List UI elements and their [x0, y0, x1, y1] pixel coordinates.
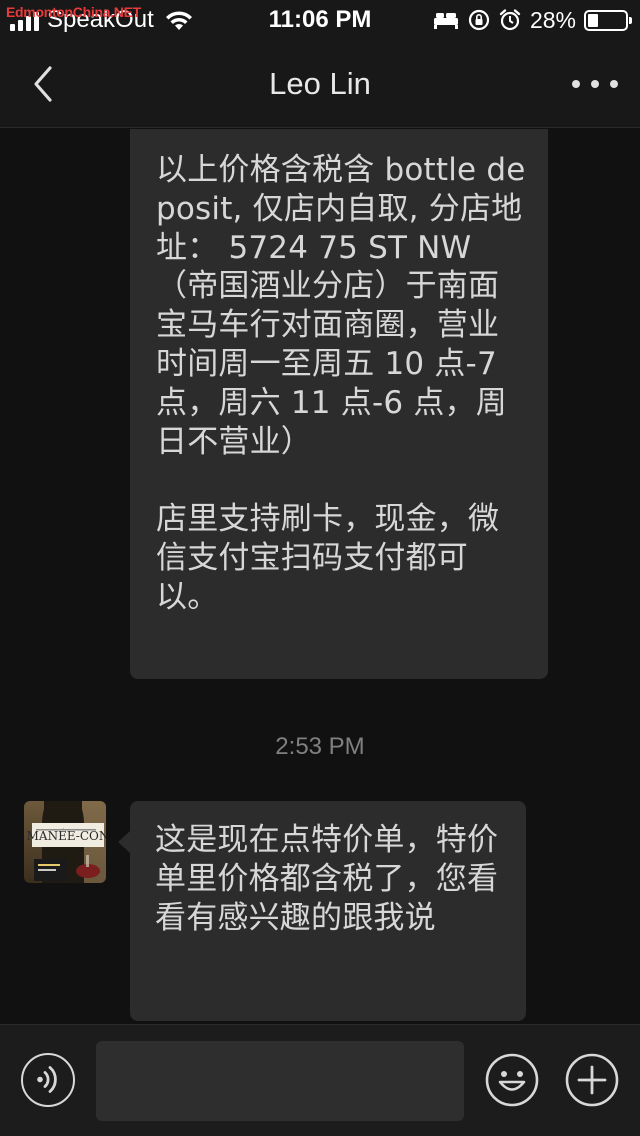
wifi-icon	[165, 11, 192, 30]
emoji-icon	[485, 1053, 539, 1107]
message-bubble[interactable]: 这是现在点特价单，特价单里价格都含税了，您看看有感兴趣的跟我说	[118, 801, 526, 1021]
plus-icon	[565, 1053, 619, 1107]
message-text: 店里支持刷卡，现金，微信支付宝扫码支付都可以。	[156, 501, 500, 615]
battery-fill	[588, 13, 598, 27]
back-arrow-icon	[34, 66, 52, 102]
avatar-image: MANÉE-CON	[24, 801, 106, 883]
battery-icon	[584, 9, 632, 31]
bed-icon	[433, 13, 458, 29]
watermark: EdmontonChina.NET	[6, 4, 141, 20]
more-dot	[591, 80, 599, 88]
alarm-icon	[499, 9, 521, 31]
message-text: 以上价格含税含 bottle deposit, 仅店内自取, 分店地址： 572…	[156, 152, 526, 460]
more-dot	[610, 80, 618, 88]
message-text: 这是现在点特价单，特价单里价格都含税了，您看看有感兴趣的跟我说	[155, 822, 499, 936]
rotation-lock-icon	[468, 9, 490, 31]
nav-bar: Leo Lin	[0, 40, 640, 128]
chat-title: Leo Lin	[269, 66, 371, 101]
more-functions-button[interactable]	[565, 1053, 619, 1107]
message-input[interactable]	[96, 1041, 464, 1121]
status-right: 28%	[432, 6, 632, 34]
voice-button[interactable]	[21, 1053, 75, 1107]
chat-area[interactable]: 以上价格含税含 bottle deposit, 仅店内自取, 分店地址： 572…	[0, 129, 640, 1024]
message-bubble[interactable]: 以上价格含税含 bottle deposit, 仅店内自取, 分店地址： 572…	[130, 129, 548, 679]
input-bar	[0, 1024, 640, 1136]
battery-percent: 28%	[529, 6, 576, 33]
avatar[interactable]: MANÉE-CON	[24, 801, 106, 883]
voice-icon	[37, 1066, 57, 1093]
status-bar: SpeakOut EdmontonChina.NET 11:06 PM 28%	[0, 0, 640, 40]
more-dots-icon	[572, 80, 580, 88]
back-button[interactable]	[22, 62, 66, 106]
emoji-button[interactable]	[485, 1053, 539, 1107]
message-timestamp: 2:53 PM	[275, 733, 365, 760]
more-button[interactable]	[572, 70, 618, 98]
